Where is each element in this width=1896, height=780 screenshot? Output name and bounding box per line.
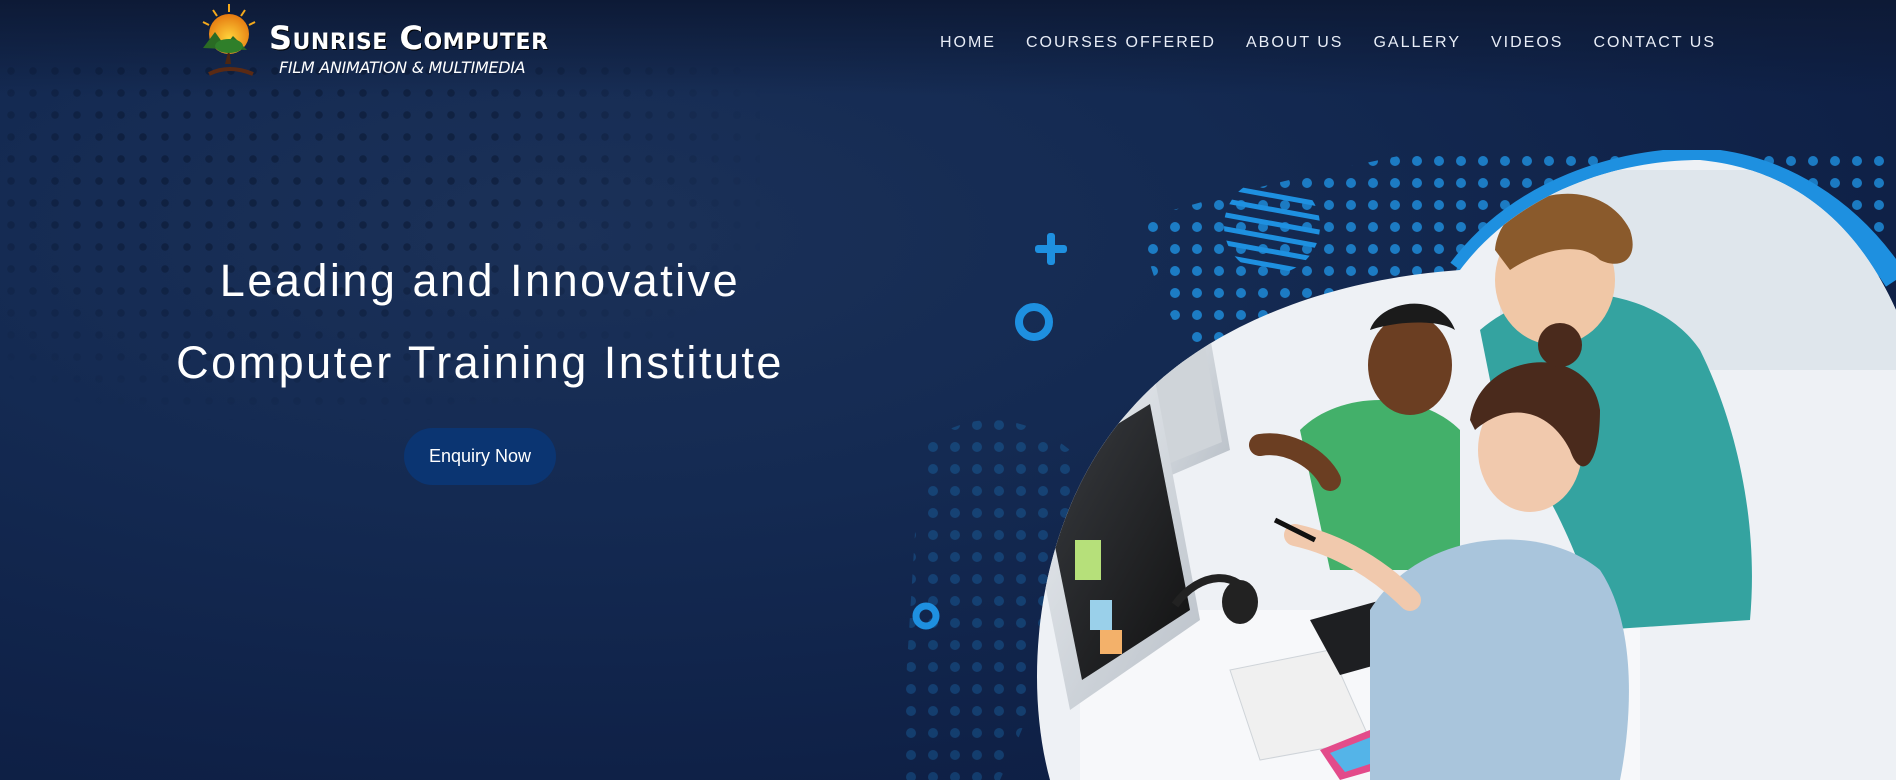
- main-nav: HOME COURSES OFFERED ABOUT US GALLERY VI…: [940, 34, 1716, 52]
- nav-contact-us[interactable]: CONTACT US: [1593, 34, 1716, 52]
- ring-decoration: [1015, 303, 1053, 341]
- hero-section: Leading and Innovative Computer Training…: [160, 240, 800, 485]
- hero-heading-line1: Leading and Innovative: [219, 255, 741, 306]
- plus-decoration: [1035, 233, 1067, 265]
- brand-tagline: FILM ANIMATION & MULTIMEDIA: [279, 58, 526, 77]
- nav-about-us[interactable]: ABOUT US: [1246, 34, 1344, 52]
- nav-home[interactable]: HOME: [940, 34, 996, 52]
- nav-videos[interactable]: VIDEOS: [1491, 34, 1563, 52]
- site-logo[interactable]: Sunrise Computer FILM ANIMATION & MULTIM…: [195, 2, 565, 82]
- hero-heading-line2: Computer Training Institute: [176, 337, 784, 388]
- brand-name: Sunrise Computer: [269, 19, 549, 57]
- sunrise-tree-logo-icon: [202, 4, 256, 76]
- nav-gallery[interactable]: GALLERY: [1373, 34, 1461, 52]
- hero-illustration: [900, 150, 1896, 780]
- enquiry-now-button[interactable]: Enquiry Now: [403, 428, 557, 485]
- nav-courses-offered[interactable]: COURSES OFFERED: [1026, 34, 1216, 52]
